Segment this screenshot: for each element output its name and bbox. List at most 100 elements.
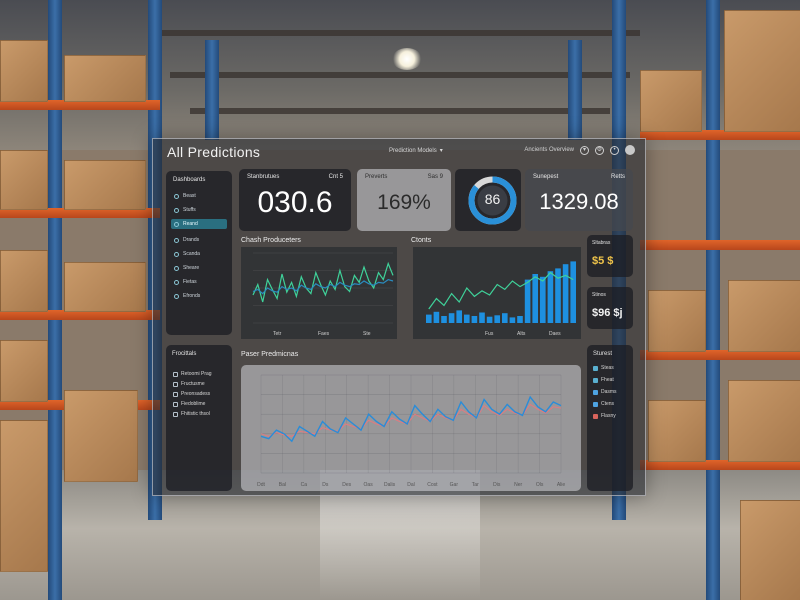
checkbox-icon [173, 391, 178, 397]
sidebar-item[interactable]: Drands [171, 235, 227, 245]
bar [456, 310, 462, 323]
sidebar-item[interactable]: Stuffs [171, 205, 227, 215]
legend-item[interactable]: Dasms [593, 389, 617, 395]
gauge-value: 86 [484, 191, 501, 207]
legend-item[interactable]: Ctens [593, 401, 614, 407]
stat-value: 1329.08 [539, 189, 619, 214]
cardboard-box [0, 340, 48, 402]
sidebar-item-label: Efronds [183, 293, 201, 299]
bar [524, 279, 531, 323]
x-tick-label: Oas [364, 482, 374, 488]
sidebar-item[interactable]: Efronds [171, 291, 227, 301]
circle-icon [174, 265, 179, 271]
sidebar-item[interactable]: Fietas [171, 277, 227, 287]
x-tick-label: Ddt [257, 482, 265, 488]
legend-heading: Sturest [593, 351, 613, 357]
list-item[interactable]: Retoomi Prag [173, 371, 212, 377]
line-chart[interactable]: Tetr Faes Ste [241, 247, 397, 339]
list-item[interactable]: Fhitistic thsol [173, 411, 210, 417]
bar [547, 271, 554, 323]
legend-item[interactable]: Fheat [593, 377, 614, 383]
stat-label: Preverts [365, 174, 388, 180]
sidebar-item[interactable]: Scanda [171, 249, 227, 259]
x-tick-label: Gar [450, 482, 459, 488]
chevron-down-icon[interactable]: ▾ [580, 145, 589, 155]
kpi-widget[interactable]: Sltabras $5 $ [587, 235, 633, 277]
sidebar-item-label: Reand [183, 221, 198, 227]
overview-link[interactable]: Ancients Overview [524, 147, 574, 153]
stat-card[interactable]: Sunepest Retts 1329.08 [525, 169, 633, 231]
legend-item[interactable]: Steas [593, 365, 614, 371]
stat-card[interactable]: Preverts Sas 9 169% [357, 169, 451, 231]
checkbox-icon [173, 371, 178, 377]
circle-icon [174, 207, 179, 213]
x-tick-label: Bal [279, 482, 286, 488]
settings-icon[interactable]: ⚙ [595, 145, 604, 155]
list-item[interactable]: Preonsadess [173, 391, 210, 397]
bar [471, 316, 478, 323]
user-avatar[interactable] [625, 145, 635, 155]
bar [502, 313, 508, 323]
legend-swatch [593, 377, 598, 383]
rack-shelf [640, 240, 800, 250]
x-tick-label: Daes [549, 331, 561, 337]
kpi-label: Sltabras [592, 240, 611, 246]
legend-label: Steas [601, 365, 614, 371]
legend-card: Sturest Steas Fheat Dasms Ctens Flasny [587, 345, 633, 491]
gauge-card[interactable]: 86 [455, 169, 521, 231]
bar [441, 316, 447, 323]
circle-icon [174, 251, 179, 257]
bar [426, 314, 432, 323]
notification-icon[interactable]: • [610, 145, 619, 155]
cardboard-box [64, 390, 138, 482]
circle-icon [174, 293, 179, 299]
sidebar-item-active[interactable]: Reand [171, 219, 227, 229]
bar [517, 316, 523, 323]
x-tick-label: Alts [517, 331, 526, 337]
list-item-label: Preonsadess [181, 391, 211, 397]
bar-chart[interactable]: Fus Alts Daes [413, 247, 581, 339]
x-tick-label: Cost [427, 482, 438, 488]
list-item-label: Retoomi Prag [181, 371, 212, 377]
x-tick-label: Tar [472, 482, 479, 488]
kpi-widget[interactable]: Stinos $96 $j [587, 287, 633, 329]
cardboard-box [724, 10, 800, 132]
cardboard-box [64, 262, 146, 312]
line-chart-title: Chash Produceters [241, 237, 301, 244]
gauge: 86 [465, 173, 520, 228]
legend-swatch [593, 389, 598, 395]
stat-tag: Retts [610, 174, 625, 180]
circle-icon [174, 279, 179, 285]
ceiling-lamp [392, 48, 422, 70]
sidebar-item[interactable]: Beast [171, 191, 227, 201]
bar [562, 264, 569, 323]
legend-label: Fheat [601, 377, 614, 383]
sidebar-item-label: Scanda [183, 251, 200, 257]
prediction-chart-title: Paser Predmicnas [241, 351, 299, 358]
model-select[interactable]: Prediction Models ▾ [389, 147, 443, 154]
list-item[interactable]: Fructusme [173, 381, 205, 387]
list-item[interactable]: Fiedoblime [173, 401, 205, 407]
kpi-value: $5 $ [592, 255, 614, 267]
cardboard-box [0, 250, 48, 312]
kpi-value: $96 $j [592, 307, 623, 319]
legend-item[interactable]: Flasny [593, 413, 616, 419]
stat-card[interactable]: Stanbrutues Cnt 5 030.6 [239, 169, 351, 231]
cardboard-box [0, 150, 48, 210]
cardboard-box [648, 290, 706, 352]
x-tick-label: Alie [557, 482, 566, 488]
sidebar-item[interactable]: Sheare [171, 263, 227, 273]
prediction-chart[interactable]: Ddt Bal Ca Ds Des Oas Dalis Dal Cost Gar Tar Dis Ner… [241, 365, 581, 491]
stat-label: Sunepest [533, 174, 559, 180]
app-title: All Predictions [167, 144, 261, 160]
x-tick-label: Dal [407, 482, 415, 488]
list-item-label: Fructusme [181, 381, 205, 387]
x-tick-label: Ols [536, 482, 544, 488]
x-tick-label: Ca [301, 482, 308, 488]
cardboard-box [64, 160, 146, 210]
sidebar-heading: Dashboards [173, 177, 206, 183]
ceiling-beam [190, 108, 610, 114]
sidebar-item-label: Fietas [183, 279, 197, 285]
rack-post [205, 40, 219, 140]
bar [479, 312, 485, 323]
